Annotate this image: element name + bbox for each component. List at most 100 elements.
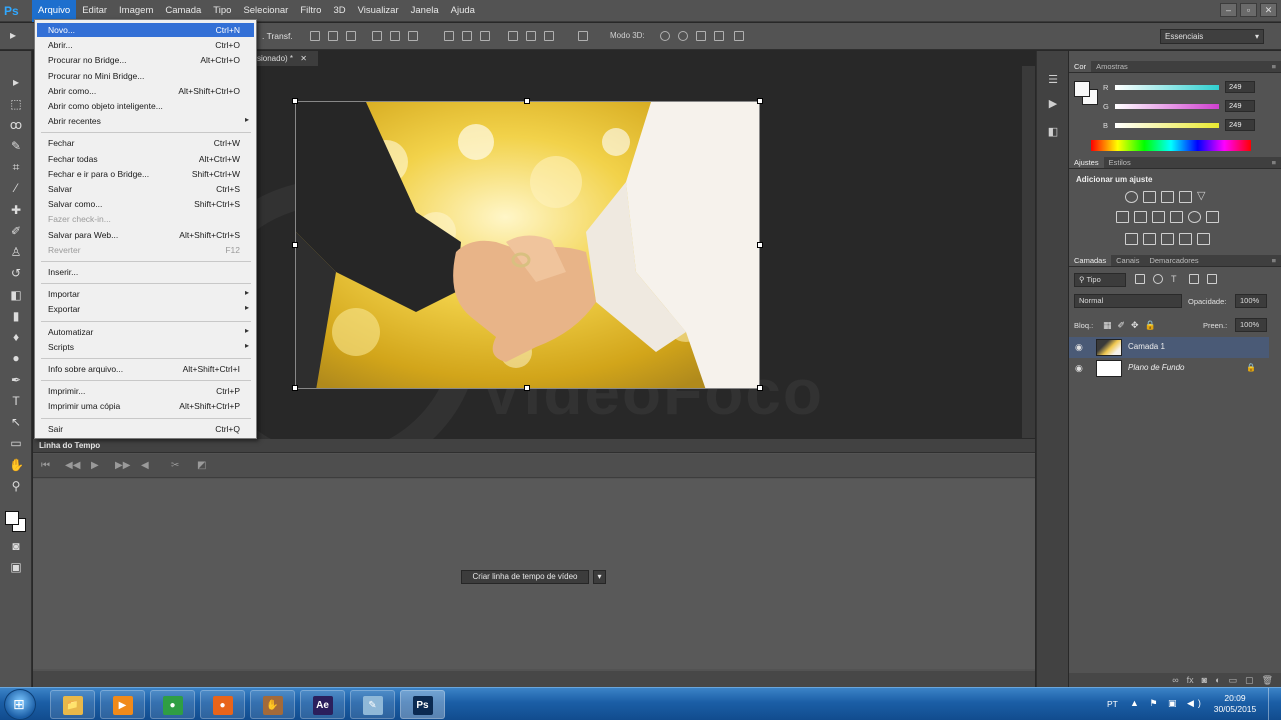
- close-tab-icon[interactable]: ✕: [300, 54, 307, 63]
- slide-3d-icon[interactable]: [714, 31, 724, 41]
- align-horizontal-center-icon[interactable]: [390, 31, 400, 41]
- distribute-bottom-icon[interactable]: [480, 31, 490, 41]
- file-menu-item[interactable]: Imprimir... Ctrl+P: [37, 384, 254, 398]
- menu-filtro[interactable]: Filtro: [294, 0, 327, 22]
- transform-handle-top-right[interactable]: [757, 98, 763, 104]
- lasso-tool-icon[interactable]: ꝏ: [9, 118, 23, 132]
- align-bottom-icon[interactable]: [346, 31, 356, 41]
- layer-style-icon[interactable]: fx: [1187, 673, 1194, 687]
- rectangle-tool-icon[interactable]: ▭: [9, 436, 23, 450]
- color-foreground-swatch[interactable]: [1074, 81, 1090, 97]
- maximize-button[interactable]: ▫: [1240, 3, 1257, 17]
- panel-tab[interactable]: Demarcadores: [1144, 255, 1203, 266]
- hand-tool-icon[interactable]: ✋: [9, 458, 24, 472]
- file-menu-item[interactable]: Salvar Ctrl+S: [37, 182, 254, 196]
- layer-visibility-eye-icon[interactable]: ◉: [1075, 342, 1083, 353]
- crop-tool-icon[interactable]: ⌗: [9, 160, 23, 174]
- file-menu-item[interactable]: Exportar ▸: [37, 302, 254, 316]
- distribute-hcenter-icon[interactable]: [526, 31, 536, 41]
- file-menu-item[interactable]: Salvar para Web... Alt+Shift+Ctrl+S: [37, 228, 254, 242]
- foreground-color-swatch[interactable]: [5, 511, 19, 525]
- path-selection-tool-icon[interactable]: ↖: [9, 415, 23, 429]
- healing-brush-tool-icon[interactable]: ✚: [9, 203, 23, 217]
- file-menu-item[interactable]: Fechar Ctrl+W: [37, 136, 254, 150]
- file-menu-item[interactable]: Fazer check-in...: [37, 212, 254, 226]
- delete-layer-icon[interactable]: 🗑: [1262, 673, 1273, 687]
- close-button[interactable]: ✕: [1260, 3, 1277, 17]
- history-brush-tool-icon[interactable]: ↺: [9, 266, 23, 280]
- brush-tool-icon[interactable]: ✐: [9, 224, 23, 238]
- layer-row-camada-1[interactable]: ◉ Camada 1: [1069, 337, 1269, 358]
- file-menu-item[interactable]: Automatizar ▸: [37, 325, 254, 339]
- layer-visibility-eye-icon[interactable]: ◉: [1075, 363, 1083, 374]
- system-tray-icons[interactable]: ▲ ⚑ ▣ ◀): [1130, 698, 1205, 709]
- menu-janela[interactable]: Janela: [405, 0, 445, 22]
- blend-mode-select[interactable]: Normal: [1074, 294, 1182, 308]
- slider-track[interactable]: [1115, 85, 1219, 90]
- split-scissors-icon[interactable]: ✂: [171, 460, 179, 471]
- type-tool-icon[interactable]: T: [9, 394, 23, 408]
- posterize-icon[interactable]: [1143, 233, 1156, 245]
- invert-icon[interactable]: [1125, 233, 1138, 245]
- roll-3d-icon[interactable]: [678, 31, 688, 41]
- history-panel-icon[interactable]: ☰: [1046, 73, 1060, 87]
- create-timeline-dropdown-icon[interactable]: ▾: [593, 570, 606, 584]
- hue-saturation-icon[interactable]: [1116, 211, 1129, 223]
- workspace-select[interactable]: Essenciais: [1160, 29, 1264, 44]
- exposure-icon[interactable]: [1179, 191, 1192, 203]
- zoom-tool-icon[interactable]: ⚲: [9, 479, 23, 493]
- slider-value-input[interactable]: 249: [1225, 100, 1255, 112]
- canvas-image-wedding-hands[interactable]: [295, 101, 760, 389]
- file-menu-item[interactable]: Novo... Ctrl+N: [37, 23, 254, 37]
- file-menu-item[interactable]: Salvar como... Shift+Ctrl+S: [37, 197, 254, 211]
- clock[interactable]: 20:09 30/05/2015: [1210, 693, 1260, 715]
- add-mask-icon[interactable]: ◙: [1202, 673, 1207, 687]
- distribute-left-icon[interactable]: [508, 31, 518, 41]
- filter-smart-object-icon[interactable]: [1207, 274, 1217, 284]
- show-transform-controls-label[interactable]: . Transf.: [262, 31, 293, 41]
- lock-icons[interactable]: ▦✐✥🔒: [1103, 320, 1162, 331]
- file-menu-item[interactable]: Reverter F12: [37, 243, 254, 257]
- audio-icon[interactable]: ◀: [141, 460, 149, 471]
- gradient-tool-icon[interactable]: ▮: [9, 309, 23, 323]
- taskbar-app-notes[interactable]: ✎: [350, 690, 395, 719]
- slider-value-input[interactable]: 249: [1225, 81, 1255, 93]
- go-to-first-frame-icon[interactable]: ⏮: [41, 460, 50, 471]
- properties-panel-icon[interactable]: ◧: [1046, 125, 1060, 139]
- color-balance-icon[interactable]: [1134, 211, 1147, 223]
- panel-menu-icon[interactable]: ≡: [1267, 255, 1281, 266]
- threshold-icon[interactable]: [1161, 233, 1174, 245]
- taskbar-app-media[interactable]: ▶: [100, 690, 145, 719]
- menu-visualizar[interactable]: Visualizar: [352, 0, 405, 22]
- file-menu-item[interactable]: Inserir...: [37, 265, 254, 279]
- taskbar-app-photoshop[interactable]: Ps: [400, 690, 445, 719]
- move-tool-preset-icon[interactable]: ▸: [6, 28, 20, 42]
- brightness-contrast-icon[interactable]: [1125, 191, 1138, 203]
- screen-mode-icon[interactable]: ▣: [9, 560, 23, 574]
- photo-filter-icon[interactable]: [1170, 211, 1183, 223]
- panel-tab[interactable]: Amostras: [1091, 61, 1133, 72]
- new-group-icon[interactable]: ▭: [1229, 673, 1238, 687]
- file-menu-item[interactable]: Abrir... Ctrl+O: [37, 38, 254, 52]
- file-menu-item[interactable]: Abrir como... Alt+Shift+Ctrl+O: [37, 84, 254, 98]
- gradient-map-icon[interactable]: [1179, 233, 1192, 245]
- document-tab[interactable]: sionado) * ✕: [255, 51, 318, 66]
- rotate-3d-icon[interactable]: [660, 31, 670, 41]
- menu-ajuda[interactable]: Ajuda: [445, 0, 481, 22]
- layer-filter-select[interactable]: ⚲ Tipo: [1074, 273, 1126, 287]
- file-menu-item[interactable]: Sair Ctrl+Q: [37, 422, 254, 436]
- file-menu-item[interactable]: Procurar no Mini Bridge...: [37, 69, 254, 83]
- distribute-center-icon[interactable]: [462, 31, 472, 41]
- transform-handle-bottom-right[interactable]: [757, 385, 763, 391]
- link-layers-icon[interactable]: ∞: [1172, 673, 1178, 687]
- transform-handle-middle-right[interactable]: [757, 242, 763, 248]
- eraser-tool-icon[interactable]: ◧: [9, 288, 23, 302]
- transform-handle-bottom-center[interactable]: [524, 385, 530, 391]
- align-left-icon[interactable]: [372, 31, 382, 41]
- new-layer-icon[interactable]: ▢: [1245, 673, 1254, 687]
- slider-track[interactable]: [1115, 104, 1219, 109]
- eyedropper-tool-icon[interactable]: ⁄: [9, 181, 23, 195]
- filter-type-icon[interactable]: T: [1171, 274, 1181, 284]
- layer-row-plano-de-fundo[interactable]: ◉ Plano de Fundo 🔒: [1069, 358, 1269, 379]
- file-menu-item[interactable]: Fechar e ir para o Bridge... Shift+Ctrl+W: [37, 167, 254, 181]
